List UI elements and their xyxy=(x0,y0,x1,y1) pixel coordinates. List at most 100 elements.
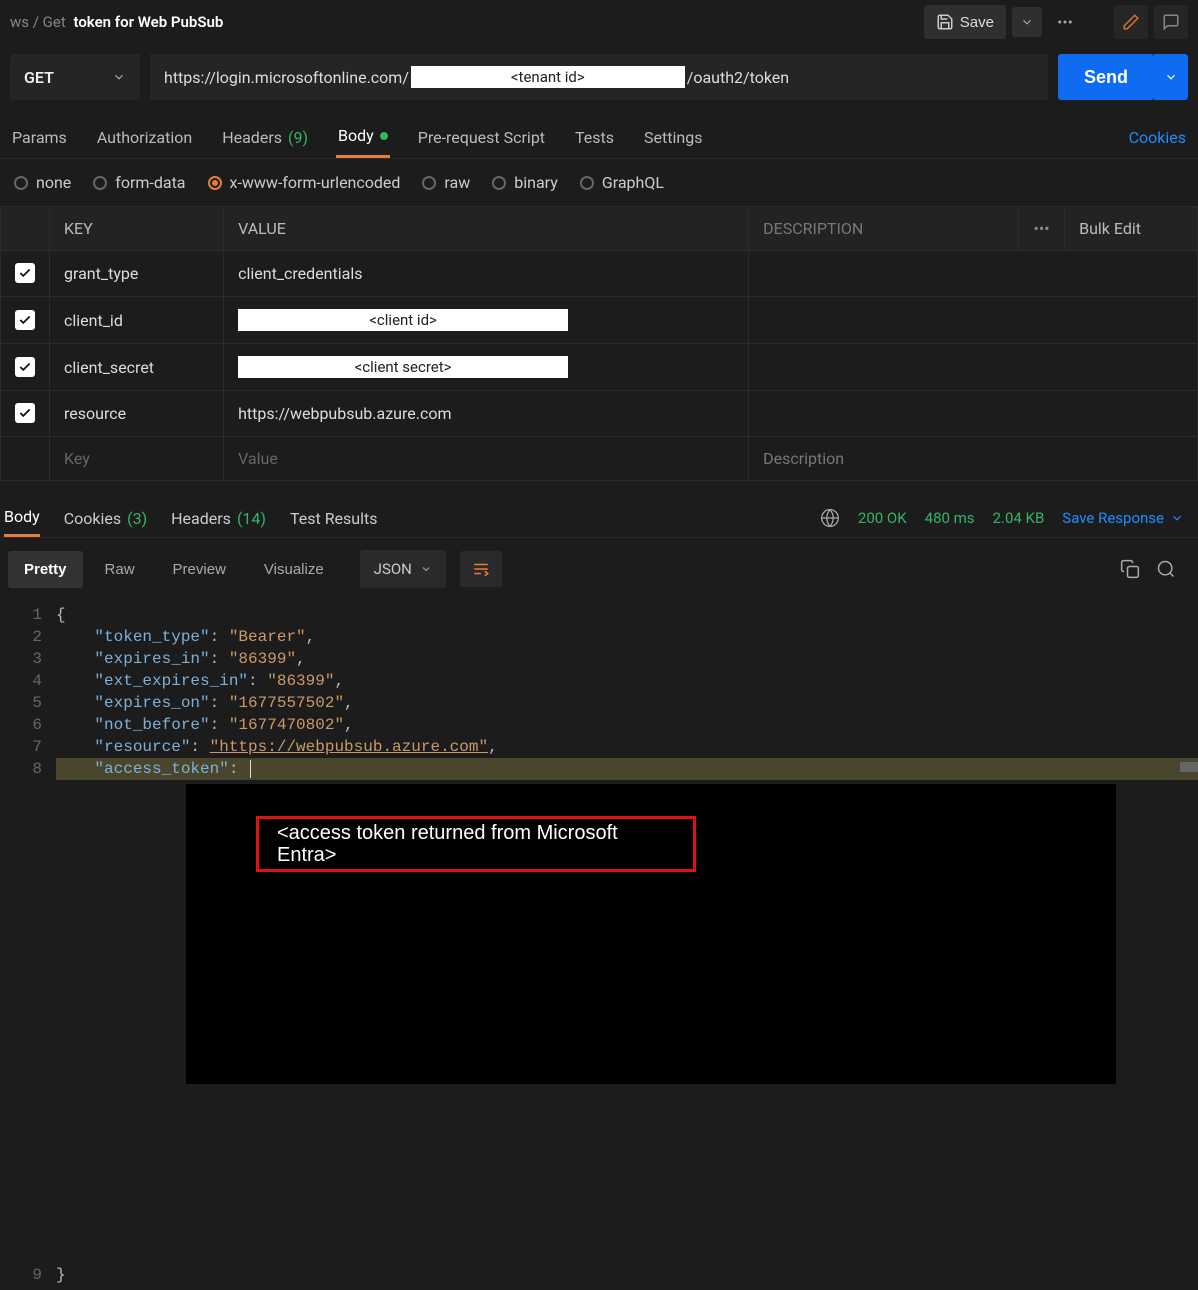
more-horizontal-icon xyxy=(1056,13,1074,31)
breadcrumb[interactable]: ws / Get token for Web PubSub xyxy=(10,13,223,31)
placeholder-value[interactable]: Value xyxy=(224,437,749,481)
tab-settings[interactable]: Settings xyxy=(642,118,704,157)
table-placeholder-row[interactable]: Key Value Description xyxy=(1,437,1198,481)
row-checkbox[interactable] xyxy=(15,263,35,283)
cell-value[interactable]: <client id> xyxy=(224,297,749,344)
view-pretty[interactable]: Pretty xyxy=(8,551,83,588)
save-dropdown[interactable] xyxy=(1012,7,1042,37)
url-redacted: <tenant id> xyxy=(411,66,685,88)
tab-headers[interactable]: Headers (9) xyxy=(220,118,310,157)
save-icon xyxy=(936,13,954,31)
more-actions-button[interactable] xyxy=(1048,5,1082,39)
cell-desc[interactable] xyxy=(749,251,1198,297)
comment-button[interactable] xyxy=(1154,5,1188,39)
radio-form-data[interactable]: form-data xyxy=(93,173,185,192)
method-select[interactable]: GET xyxy=(10,54,140,100)
chevron-down-icon xyxy=(1170,511,1184,525)
save-label: Save xyxy=(960,14,994,31)
cell-value[interactable]: https://webpubsub.azure.com xyxy=(224,391,749,437)
scrollbar[interactable] xyxy=(1180,762,1198,772)
view-preview[interactable]: Preview xyxy=(157,551,242,588)
url-post: /oauth2/token xyxy=(687,68,789,87)
body-params-table: KEY VALUE DESCRIPTION ••• Bulk Edit gran… xyxy=(0,206,1198,481)
edit-button[interactable] xyxy=(1114,5,1148,39)
status-code: 200 OK xyxy=(858,509,907,527)
cell-key[interactable]: client_secret xyxy=(50,344,224,391)
header-desc: DESCRIPTION xyxy=(749,207,1019,251)
header-key: KEY xyxy=(50,207,224,251)
url-input[interactable]: https://login.microsoftonline.com/ <tena… xyxy=(150,54,1048,100)
cell-desc[interactable] xyxy=(749,391,1198,437)
view-raw[interactable]: Raw xyxy=(89,551,151,588)
line-gutter: 12345678 9 xyxy=(0,604,56,1286)
request-row: GET https://login.microsoftonline.com/ <… xyxy=(0,44,1198,110)
header-more[interactable]: ••• xyxy=(1019,207,1065,251)
table-row: client_id <client id> xyxy=(1,297,1198,344)
copy-icon[interactable] xyxy=(1120,559,1140,579)
search-icon[interactable] xyxy=(1156,559,1176,579)
cell-desc[interactable] xyxy=(749,297,1198,344)
radio-urlencoded[interactable]: x-www-form-urlencoded xyxy=(208,173,401,192)
status-size: 2.04 KB xyxy=(993,509,1045,527)
table-row: grant_type client_credentials xyxy=(1,251,1198,297)
cell-key[interactable]: client_id xyxy=(50,297,224,344)
cell-key[interactable]: grant_type xyxy=(50,251,224,297)
row-checkbox[interactable] xyxy=(15,357,35,377)
comment-icon xyxy=(1162,13,1180,31)
chevron-down-icon xyxy=(1020,15,1034,29)
wrap-icon xyxy=(472,561,490,577)
text-cursor xyxy=(250,760,251,778)
placeholder-desc[interactable]: Description xyxy=(749,437,1198,481)
resp-tab-cookies[interactable]: Cookies (3) xyxy=(64,501,147,536)
table-row: resource https://webpubsub.azure.com xyxy=(1,391,1198,437)
resp-tab-headers[interactable]: Headers (14) xyxy=(171,501,266,536)
save-button[interactable]: Save xyxy=(924,5,1006,39)
resp-tab-body[interactable]: Body xyxy=(4,499,40,537)
header-check xyxy=(1,207,50,251)
annotation-box: <access token returned from Microsoft En… xyxy=(256,816,696,872)
row-checkbox[interactable] xyxy=(15,403,35,423)
row-checkbox[interactable] xyxy=(15,310,35,330)
bulk-edit-button[interactable]: Bulk Edit xyxy=(1065,207,1198,251)
send-label: Send xyxy=(1084,67,1128,88)
cell-key[interactable]: resource xyxy=(50,391,224,437)
tab-body[interactable]: Body xyxy=(336,116,390,158)
response-body[interactable]: 12345678 9 { "token_type": "Bearer", "ex… xyxy=(0,600,1198,1290)
radio-binary[interactable]: binary xyxy=(492,173,558,192)
send-button[interactable]: Send xyxy=(1058,54,1154,100)
chevron-down-icon xyxy=(1164,70,1178,84)
url-pre: https://login.microsoftonline.com/ xyxy=(164,68,409,87)
globe-icon[interactable] xyxy=(820,508,840,528)
tab-prerequest[interactable]: Pre-request Script xyxy=(416,118,547,157)
wrap-lines-button[interactable] xyxy=(460,551,502,587)
tab-tests[interactable]: Tests xyxy=(573,118,616,157)
send-dropdown[interactable] xyxy=(1154,54,1188,100)
cookies-link[interactable]: Cookies xyxy=(1127,118,1188,157)
breadcrumb-prefix: ws / Get xyxy=(10,13,66,31)
chevron-down-icon xyxy=(420,563,432,575)
cell-desc[interactable] xyxy=(749,344,1198,391)
body-type-row: none form-data x-www-form-urlencoded raw… xyxy=(0,159,1198,206)
status-time: 480 ms xyxy=(925,509,975,527)
radio-raw[interactable]: raw xyxy=(422,173,470,192)
tab-authorization[interactable]: Authorization xyxy=(95,118,194,157)
table-row: client_secret <client secret> xyxy=(1,344,1198,391)
placeholder-key[interactable]: Key xyxy=(50,437,224,481)
topbar: ws / Get token for Web PubSub Save xyxy=(0,0,1198,44)
code-content[interactable]: { "token_type": "Bearer", "expires_in": … xyxy=(56,604,1198,1286)
radio-graphql[interactable]: GraphQL xyxy=(580,173,664,192)
cell-value[interactable]: client_credentials xyxy=(224,251,749,297)
header-value: VALUE xyxy=(224,207,749,251)
response-tabs: Body Cookies (3) Headers (14) Test Resul… xyxy=(0,481,1198,538)
format-select[interactable]: JSON xyxy=(360,550,446,588)
save-response-button[interactable]: Save Response xyxy=(1062,509,1184,527)
body-modified-dot xyxy=(380,132,388,140)
tab-params[interactable]: Params xyxy=(10,118,69,157)
method-label: GET xyxy=(24,68,54,87)
request-tabs: Params Authorization Headers (9) Body Pr… xyxy=(0,110,1198,159)
cell-value[interactable]: <client secret> xyxy=(224,344,749,391)
resp-tab-tests[interactable]: Test Results xyxy=(290,501,378,536)
pencil-icon xyxy=(1122,13,1140,31)
radio-none[interactable]: none xyxy=(14,173,71,192)
view-visualize[interactable]: Visualize xyxy=(248,551,340,588)
